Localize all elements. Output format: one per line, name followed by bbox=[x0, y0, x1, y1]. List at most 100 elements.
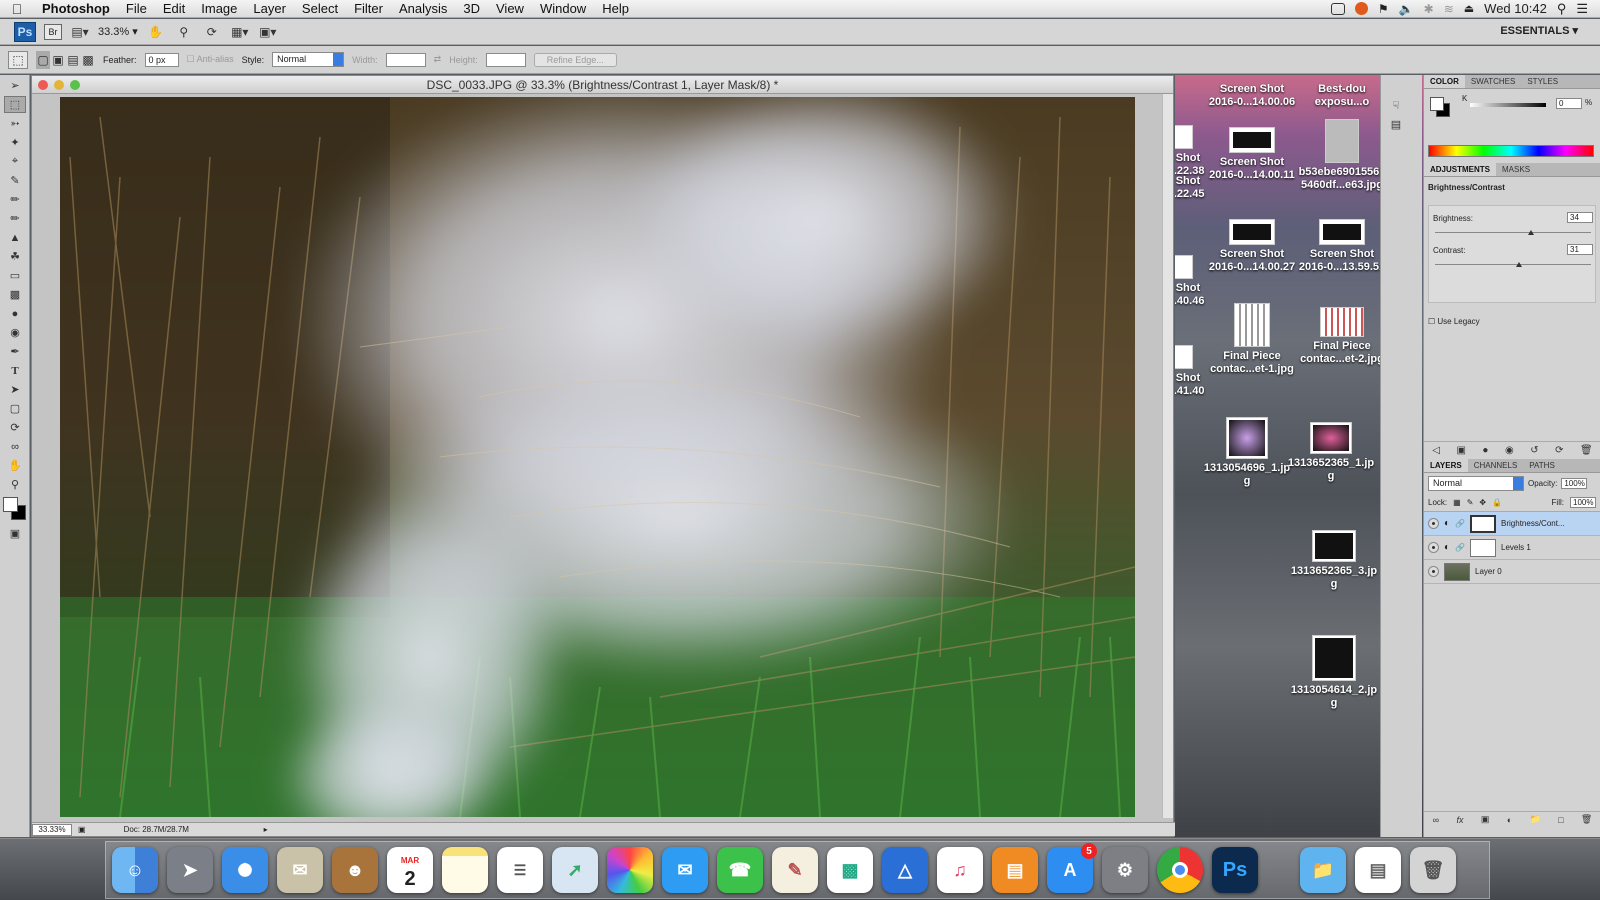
3d-orbit-tool-icon[interactable]: ∞ bbox=[4, 438, 26, 455]
height-input[interactable] bbox=[485, 52, 526, 67]
workspace-switcher[interactable]: ESSENTIALS ▾ bbox=[1500, 24, 1578, 37]
tab-swatches[interactable]: SWATCHES bbox=[1465, 75, 1521, 88]
zoom-percentage-field[interactable]: 33.33% bbox=[32, 823, 72, 836]
reminders-icon[interactable]: ☰ bbox=[497, 847, 543, 893]
documents-stack-icon[interactable]: ▤ bbox=[1355, 847, 1401, 893]
layer-row[interactable]: ◐ 🔗 Brightness/Cont... bbox=[1424, 512, 1600, 536]
hand-tool-icon[interactable]: ✋ bbox=[146, 23, 166, 41]
bridge-button[interactable]: Br bbox=[44, 23, 62, 40]
new-layer-icon[interactable]: □ bbox=[1558, 815, 1563, 825]
zoom-tool-icon[interactable]: ⚲ bbox=[4, 476, 26, 493]
foreground-background-colors[interactable] bbox=[3, 497, 27, 521]
menu-filter[interactable]: Filter bbox=[346, 1, 391, 16]
calendar-icon[interactable]: MAR 2 bbox=[387, 847, 433, 893]
desktop-file-icon[interactable]: 1313054614_2.jp g bbox=[1289, 635, 1379, 710]
brightness-input[interactable]: 34 bbox=[1567, 212, 1593, 223]
zoom-tool-icon[interactable]: ⚲ bbox=[174, 23, 194, 41]
history-brush-tool-icon[interactable]: ☘ bbox=[4, 248, 26, 265]
k-value-input[interactable]: 0 bbox=[1556, 98, 1582, 109]
opacity-input[interactable]: 100% bbox=[1561, 478, 1588, 489]
quick-mask-icon[interactable]: ▣ bbox=[4, 525, 26, 542]
chain-link-icon[interactable]: 🔗 bbox=[1455, 543, 1465, 552]
return-to-list-icon[interactable]: ◁ bbox=[1432, 445, 1440, 456]
status-menu-icon[interactable]: ▣ bbox=[78, 825, 86, 834]
close-window-icon[interactable] bbox=[38, 80, 48, 90]
numbers-icon[interactable]: ▩ bbox=[827, 847, 873, 893]
eyedropper-tool-icon[interactable]: ✎ bbox=[4, 172, 26, 189]
contrast-input[interactable]: 31 bbox=[1567, 244, 1593, 255]
link-layers-icon[interactable]: ∞ bbox=[1433, 815, 1439, 825]
bluetooth-icon[interactable]: ✱ bbox=[1424, 2, 1434, 16]
tab-styles[interactable]: STYLES bbox=[1521, 75, 1564, 88]
itunes-icon[interactable]: ♫ bbox=[937, 847, 983, 893]
new-adjustment-icon[interactable]: ◐ bbox=[1507, 815, 1512, 825]
width-input[interactable] bbox=[385, 52, 426, 67]
chain-link-icon[interactable]: 🔗 bbox=[1455, 519, 1465, 528]
desktop-file-icon[interactable]: Best-dou exposu...o bbox=[1297, 83, 1387, 109]
healing-brush-tool-icon[interactable]: ✏ bbox=[4, 191, 26, 208]
contrast-slider[interactable] bbox=[1435, 262, 1591, 267]
previous-state-icon[interactable]: ↺ bbox=[1530, 445, 1538, 456]
refine-edge-button[interactable]: Refine Edge... bbox=[533, 52, 617, 67]
wifi-icon[interactable]: ≋ bbox=[1444, 2, 1454, 16]
menu-file[interactable]: File bbox=[118, 1, 155, 16]
path-selection-tool-icon[interactable]: ➤ bbox=[4, 381, 26, 398]
tab-paths[interactable]: PATHS bbox=[1523, 459, 1560, 472]
system-preferences-icon[interactable]: ⚙ bbox=[1102, 847, 1148, 893]
lock-position-icon[interactable]: ✥ bbox=[1479, 498, 1486, 507]
menu-analysis[interactable]: Analysis bbox=[391, 1, 455, 16]
finder-icon[interactable]: ☺ bbox=[112, 847, 158, 893]
style-select[interactable]: Normal bbox=[272, 52, 345, 67]
eye-icon[interactable] bbox=[1428, 566, 1439, 577]
lasso-tool-icon[interactable]: ➳ bbox=[4, 115, 26, 132]
layer-style-icon[interactable]: fx bbox=[1456, 815, 1463, 825]
document-titlebar[interactable]: DSC_0033.JPG @ 33.3% (Brightness/Contras… bbox=[32, 76, 1173, 94]
tab-masks[interactable]: MASKS bbox=[1496, 163, 1536, 176]
tab-layers[interactable]: LAYERS bbox=[1424, 459, 1468, 472]
status-expand-icon[interactable]: ▸ bbox=[264, 825, 268, 834]
desktop-file-icon[interactable]: Screen Shot 2016-0...14.00.11 bbox=[1207, 127, 1297, 182]
history-panel-icon[interactable]: ☟ bbox=[1385, 97, 1407, 114]
image-canvas[interactable] bbox=[60, 97, 1135, 817]
photos-icon[interactable] bbox=[607, 847, 653, 893]
contacts-icon[interactable]: ☻ bbox=[332, 847, 378, 893]
eye-icon[interactable] bbox=[1428, 518, 1439, 529]
move-tool-icon[interactable]: ➢ bbox=[4, 77, 26, 94]
photoshop-dock-icon[interactable]: Ps bbox=[1212, 847, 1258, 893]
menu-window[interactable]: Window bbox=[532, 1, 594, 16]
pages-icon[interactable]: ✎ bbox=[772, 847, 818, 893]
desktop-file-icon[interactable]: Screen Shot 2016-0...14.00.06 bbox=[1207, 83, 1297, 109]
rectangle-tool-icon[interactable]: ▢ bbox=[4, 400, 26, 417]
color-spectrum-bar[interactable] bbox=[1428, 145, 1594, 157]
screen-mode-icon[interactable]: ▣▾ bbox=[258, 23, 278, 41]
delete-adjustment-icon[interactable]: 🗑 bbox=[1580, 445, 1593, 456]
lock-transparent-icon[interactable]: ▦ bbox=[1453, 498, 1461, 507]
intersect-selection-icon[interactable]: ▩ bbox=[81, 51, 95, 69]
use-legacy-checkbox[interactable]: ☐ Use Legacy bbox=[1428, 317, 1480, 326]
new-group-icon[interactable]: 📁 bbox=[1530, 814, 1541, 825]
3d-rotate-tool-icon[interactable]: ⟳ bbox=[4, 419, 26, 436]
blur-tool-icon[interactable]: ● bbox=[4, 305, 26, 322]
mail-icon[interactable]: ✉ bbox=[277, 847, 323, 893]
layer-row[interactable]: Layer 0 bbox=[1424, 560, 1600, 584]
layer-row[interactable]: ◐ 🔗 Levels 1 bbox=[1424, 536, 1600, 560]
gradient-tool-icon[interactable]: ▩ bbox=[4, 286, 26, 303]
toggle-visibility-icon[interactable]: ◉ bbox=[1505, 445, 1514, 456]
quick-selection-tool-icon[interactable]: ✦ bbox=[4, 134, 26, 151]
minimize-window-icon[interactable] bbox=[54, 80, 64, 90]
maps-icon[interactable]: ➚ bbox=[552, 847, 598, 893]
desktop-file-icon[interactable]: b53ebe69015561 5460df...e63.jpg bbox=[1297, 119, 1387, 192]
desktop-file-icon[interactable]: Screen Shot 2016-0...14.00.27 bbox=[1207, 219, 1297, 274]
add-mask-icon[interactable]: ▣ bbox=[1481, 814, 1490, 825]
type-tool-icon[interactable]: T bbox=[4, 362, 26, 379]
vertical-scrollbar[interactable] bbox=[1162, 94, 1173, 818]
desktop-file-icon[interactable]: Final Piece contac...et-1.jpg bbox=[1207, 303, 1297, 376]
layer-mask-thumbnail[interactable] bbox=[1470, 538, 1497, 557]
subtract-selection-icon[interactable]: ▤ bbox=[66, 51, 80, 69]
dodge-tool-icon[interactable]: ◉ bbox=[4, 324, 26, 341]
actions-panel-icon[interactable]: ▤ bbox=[1385, 116, 1407, 133]
status-app-icon[interactable] bbox=[1354, 2, 1368, 15]
safari-icon[interactable]: ❖ bbox=[222, 847, 268, 893]
notes-icon[interactable] bbox=[442, 847, 488, 893]
downloads-folder-icon[interactable]: 📁 bbox=[1300, 847, 1346, 893]
